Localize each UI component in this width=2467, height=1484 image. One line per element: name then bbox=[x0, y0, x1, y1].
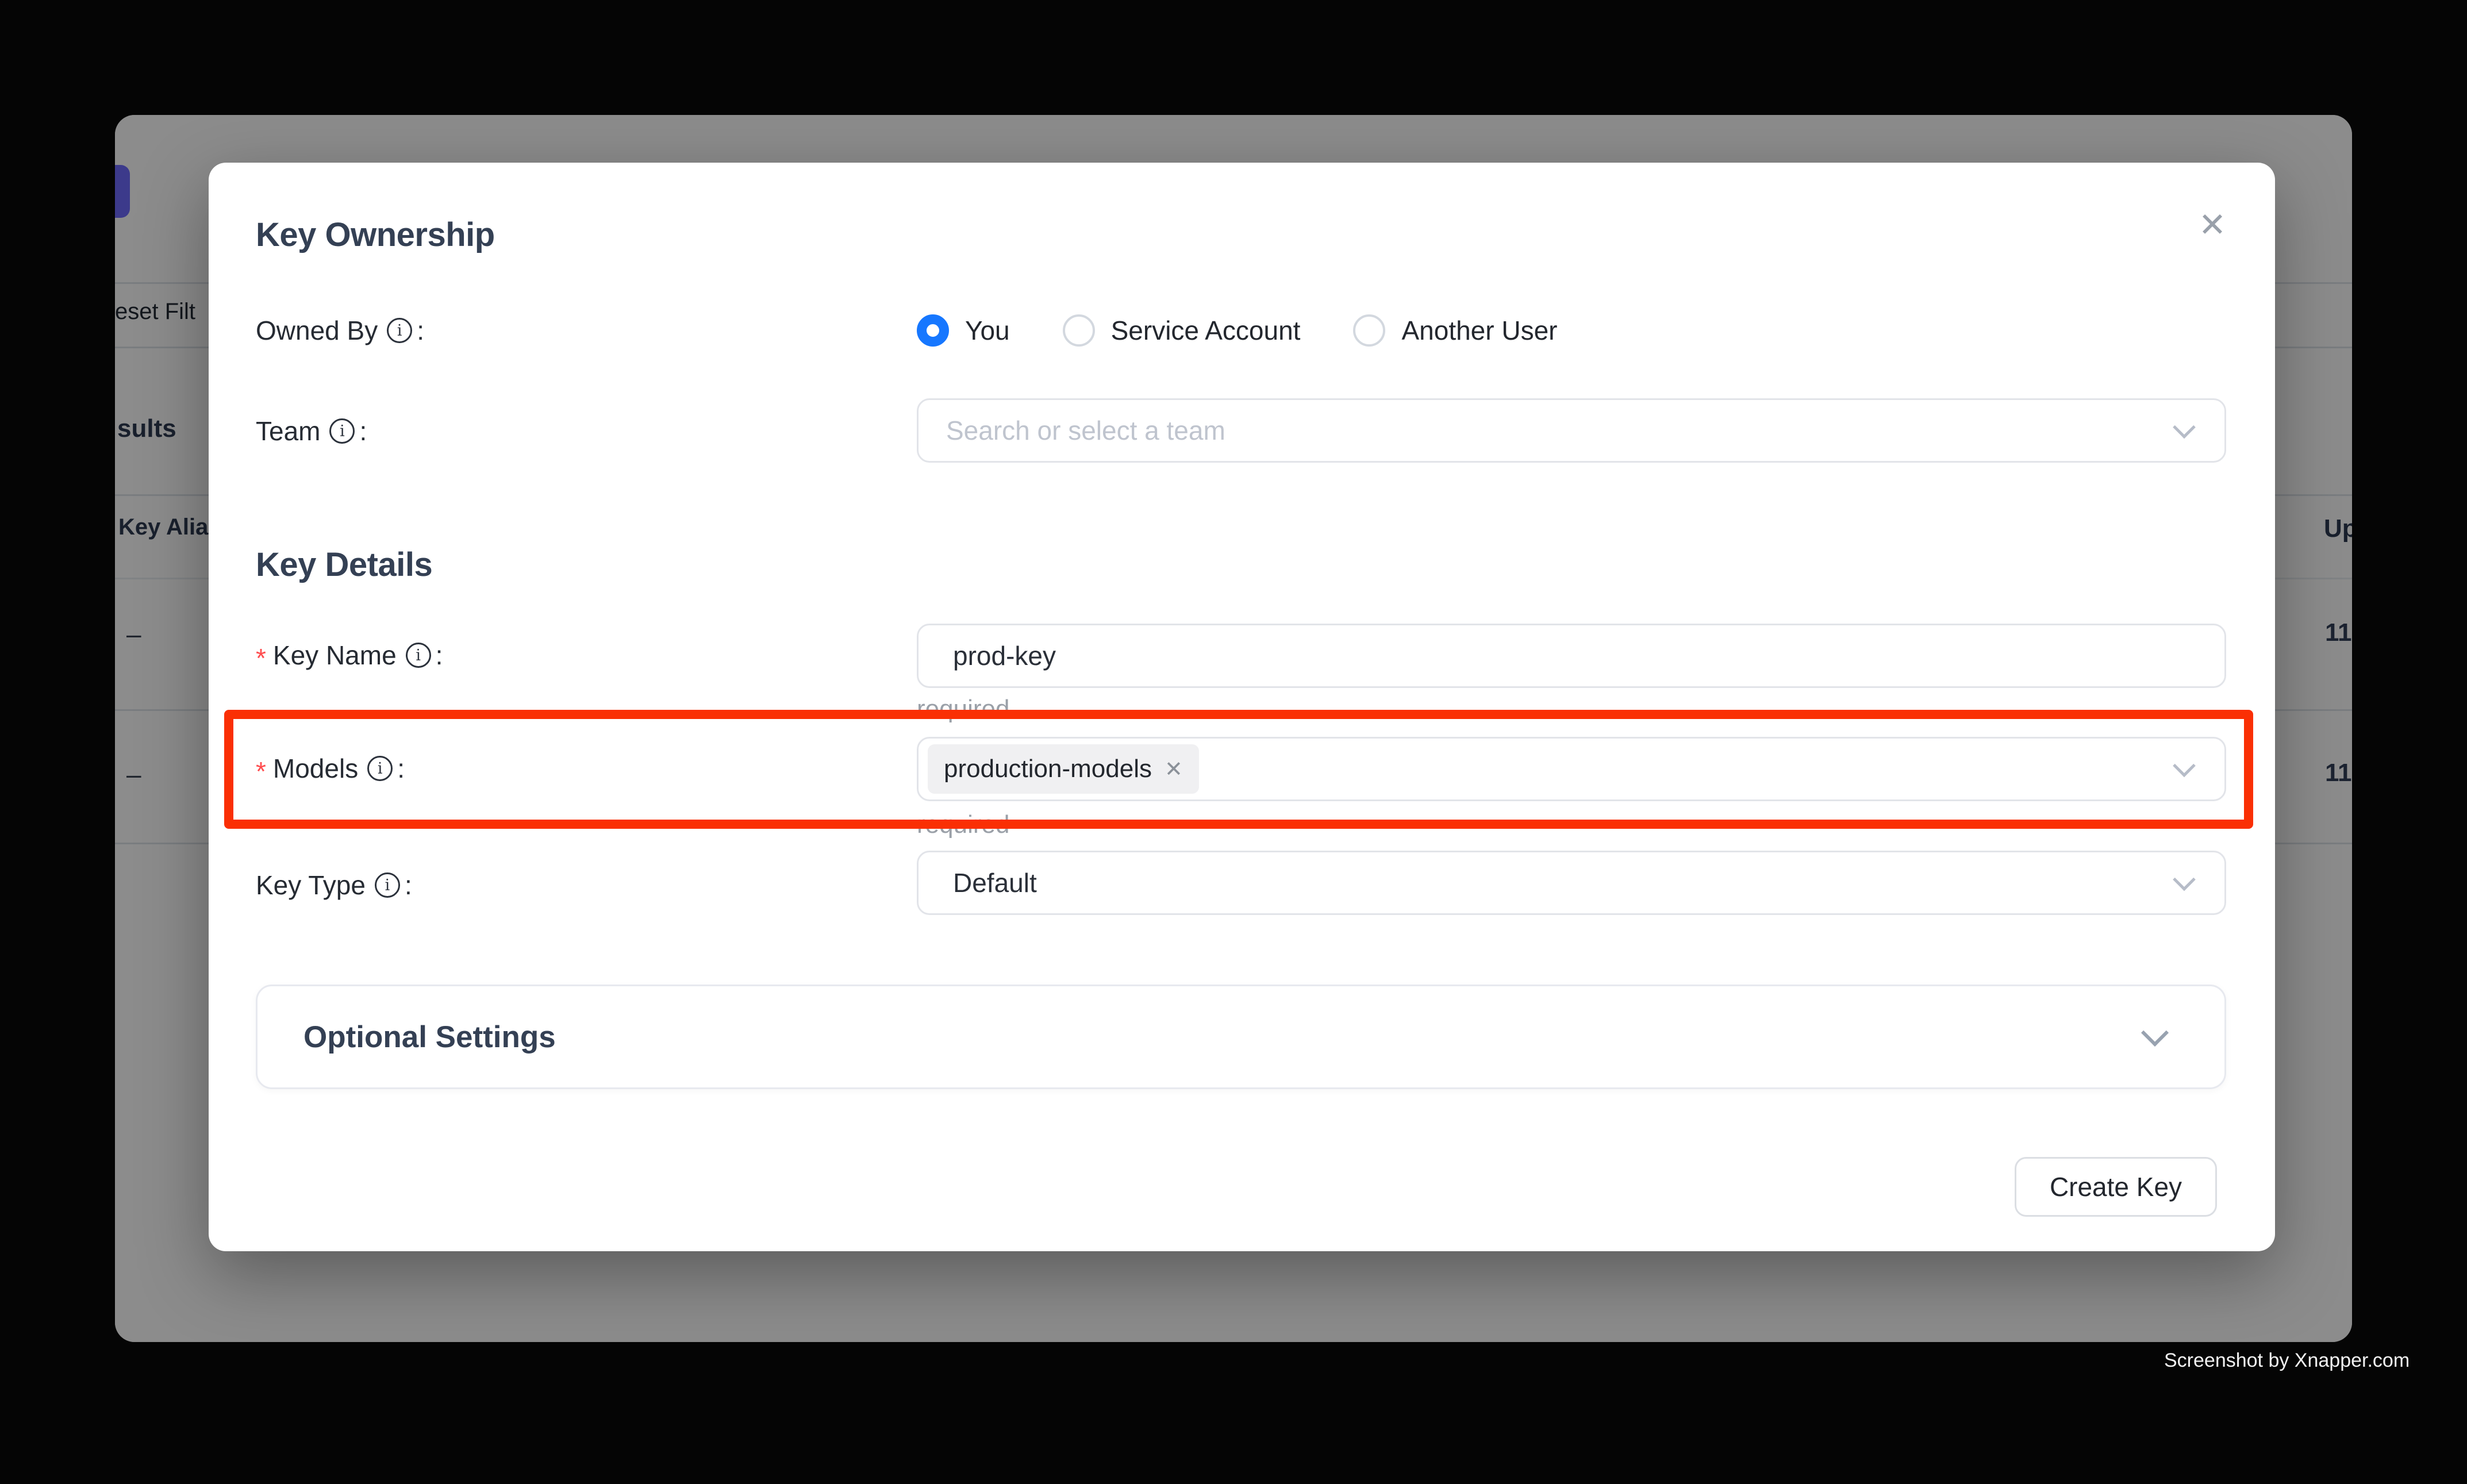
team-label: Team : bbox=[256, 412, 367, 451]
radio-unselected-icon[interactable] bbox=[1063, 314, 1095, 347]
radio-selected-icon[interactable] bbox=[917, 314, 949, 347]
selected-model-tag: production-models ✕ bbox=[928, 744, 1199, 794]
owned-by-radio-group: You Service Account Another User bbox=[917, 310, 1557, 351]
models-validation-message: required bbox=[917, 810, 1009, 839]
models-label-text: Models bbox=[273, 753, 358, 784]
radio-label: Service Account bbox=[1111, 315, 1301, 346]
radio-option-service-account[interactable]: Service Account bbox=[1063, 314, 1301, 347]
create-key-modal: Key Ownership ✕ Owned By : You Service A… bbox=[209, 163, 2275, 1251]
label-colon: : bbox=[417, 315, 424, 346]
team-label-text: Team bbox=[256, 416, 320, 447]
radio-option-another-user[interactable]: Another User bbox=[1353, 314, 1557, 347]
create-key-button[interactable]: Create Key bbox=[2015, 1157, 2217, 1217]
key-name-input[interactable]: prod-key bbox=[917, 624, 2226, 688]
label-colon: : bbox=[436, 640, 443, 671]
key-type-select-value: Default bbox=[953, 867, 1037, 898]
key-type-label: Key Type : bbox=[256, 866, 412, 905]
owned-by-label: Owned By : bbox=[256, 311, 424, 350]
key-type-select[interactable]: Default bbox=[917, 851, 2226, 915]
screenshot-stage: eset Filt sults Key Alia Up – 11/ – 11/ … bbox=[0, 0, 2467, 1484]
label-colon: : bbox=[359, 416, 367, 447]
radio-option-you[interactable]: You bbox=[917, 314, 1010, 347]
radio-label: Another User bbox=[1401, 315, 1557, 346]
key-details-section-title: Key Details bbox=[256, 545, 432, 584]
key-type-label-text: Key Type bbox=[256, 870, 366, 901]
chevron-down-icon bbox=[2173, 868, 2196, 891]
radio-label: You bbox=[965, 315, 1010, 346]
owned-by-label-text: Owned By bbox=[256, 315, 378, 346]
chevron-down-icon bbox=[2173, 416, 2196, 439]
background-page: eset Filt sults Key Alia Up – 11/ – 11/ … bbox=[115, 115, 2352, 1342]
info-icon[interactable] bbox=[329, 418, 355, 444]
radio-unselected-icon[interactable] bbox=[1353, 314, 1385, 347]
info-icon[interactable] bbox=[387, 318, 412, 343]
close-icon[interactable]: ✕ bbox=[2185, 197, 2240, 252]
label-colon: : bbox=[405, 870, 412, 901]
optional-settings-panel[interactable]: Optional Settings bbox=[256, 985, 2226, 1089]
xnapper-watermark: Screenshot by Xnapper.com bbox=[2164, 1350, 2410, 1372]
info-icon[interactable] bbox=[367, 756, 393, 781]
info-icon[interactable] bbox=[406, 643, 431, 668]
optional-settings-title: Optional Settings bbox=[303, 1020, 556, 1055]
modal-title: Key Ownership bbox=[256, 216, 495, 254]
chevron-down-icon bbox=[2141, 1019, 2169, 1047]
required-asterisk: * bbox=[256, 756, 266, 787]
models-select[interactable]: production-models ✕ bbox=[917, 737, 2226, 801]
tag-remove-icon[interactable]: ✕ bbox=[1165, 756, 1183, 782]
label-colon: : bbox=[397, 753, 405, 784]
info-icon[interactable] bbox=[375, 872, 400, 898]
key-name-validation-message: required bbox=[917, 695, 1009, 724]
key-name-label: * Key Name : bbox=[256, 636, 443, 675]
team-select[interactable]: Search or select a team bbox=[917, 398, 2226, 463]
models-label: * Models : bbox=[256, 749, 405, 788]
key-name-label-text: Key Name bbox=[273, 640, 397, 671]
key-name-input-value: prod-key bbox=[953, 640, 1056, 671]
selected-model-tag-label: production-models bbox=[944, 755, 1152, 783]
team-select-placeholder: Search or select a team bbox=[946, 415, 1225, 446]
chevron-down-icon bbox=[2173, 755, 2196, 778]
required-asterisk: * bbox=[256, 643, 266, 674]
